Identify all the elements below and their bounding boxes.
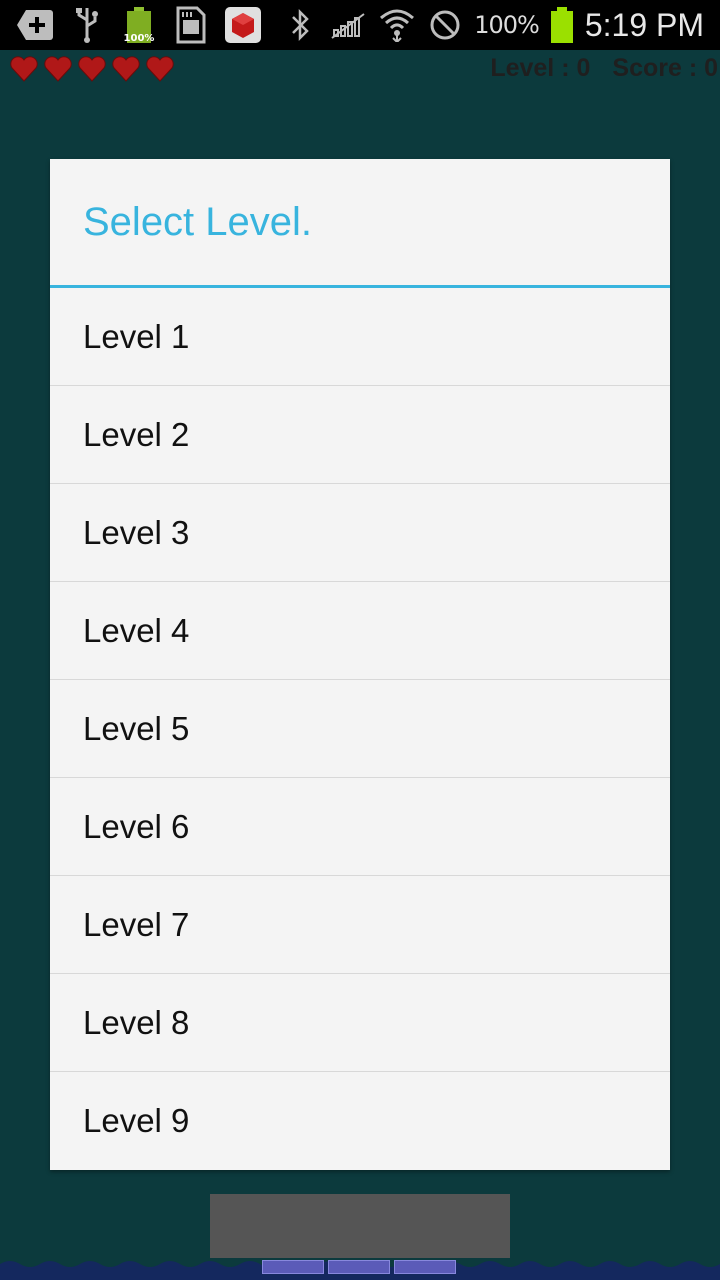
clock: 5:19 PM: [584, 6, 704, 43]
level-item-4[interactable]: Level 4: [50, 582, 670, 680]
no-sim-icon: [330, 6, 368, 44]
brick: [262, 1260, 324, 1274]
dialog-title: Select Level.: [50, 159, 670, 288]
system-icons: 100% 5:19 PM: [282, 0, 704, 50]
paddle[interactable]: [210, 1194, 510, 1258]
brick-row: [262, 1260, 456, 1274]
heart-icon: [78, 56, 106, 82]
heart-icon: [44, 56, 72, 82]
level-indicator: Level : 0: [490, 54, 591, 82]
do-not-disturb-icon: [426, 6, 464, 44]
app-cube-icon: [224, 6, 262, 44]
level-item-9[interactable]: Level 9: [50, 1072, 670, 1170]
battery-icon: [549, 6, 575, 44]
battery-percent: 100%: [474, 11, 540, 39]
notification-icons: 100%: [16, 6, 262, 44]
level-item-3[interactable]: Level 3: [50, 484, 670, 582]
battery-widget-icon: 100%: [120, 6, 158, 44]
heart-icon: [10, 56, 38, 82]
score-indicator: Score : 0: [612, 54, 718, 82]
add-notification-icon: [16, 6, 54, 44]
usb-icon: [68, 6, 106, 44]
level-item-2[interactable]: Level 2: [50, 386, 670, 484]
heart-icon: [112, 56, 140, 82]
battery-widget-label: 100%: [123, 33, 155, 44]
hud-stats: Level : 0 Score : 0: [490, 54, 720, 88]
heart-icon: [146, 56, 174, 82]
wifi-icon: [378, 6, 416, 44]
level-item-1[interactable]: Level 1: [50, 288, 670, 386]
brick: [328, 1260, 390, 1274]
lives-indicator: [10, 56, 174, 82]
level-list: Level 1 Level 2 Level 3 Level 4 Level 5 …: [50, 288, 670, 1170]
sd-card-icon: [172, 6, 210, 44]
level-item-6[interactable]: Level 6: [50, 778, 670, 876]
status-bar: 100% 100% 5:19 PM: [0, 0, 720, 50]
bluetooth-icon: [282, 6, 320, 44]
select-level-dialog: Select Level. Level 1 Level 2 Level 3 Le…: [50, 159, 670, 1170]
brick: [394, 1260, 456, 1274]
level-item-5[interactable]: Level 5: [50, 680, 670, 778]
level-item-7[interactable]: Level 7: [50, 876, 670, 974]
level-item-8[interactable]: Level 8: [50, 974, 670, 1072]
